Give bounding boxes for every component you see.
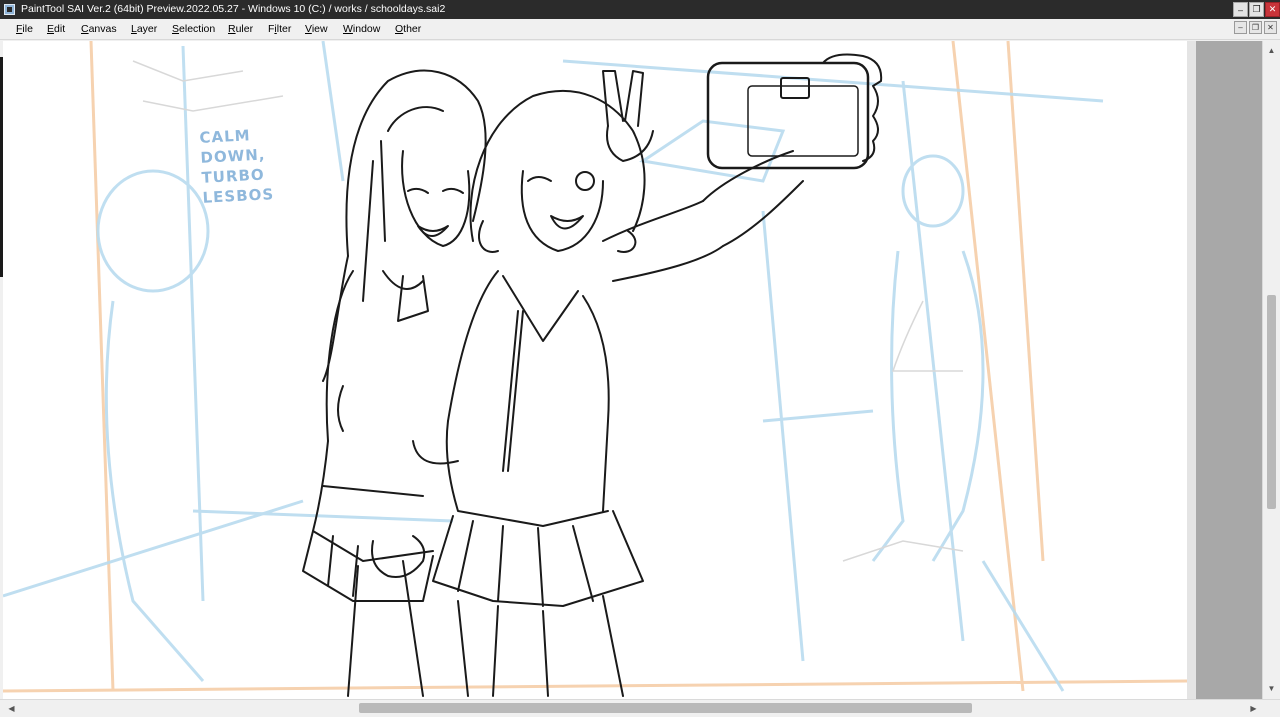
minimize-icon: – [1238, 23, 1243, 32]
menu-selection[interactable]: Selection [172, 23, 215, 35]
background-sketch-orange [3, 41, 1187, 693]
restore-icon: ❐ [1251, 23, 1260, 32]
horizontal-scroll-thumb[interactable] [359, 703, 972, 713]
canvas-outside-area [1196, 41, 1262, 699]
menu-window[interactable]: Window [343, 23, 380, 35]
drawing-canvas[interactable]: CALM DOWN, TURBO LESBOS [3, 41, 1187, 699]
scroll-up-icon[interactable]: ▲ [1266, 45, 1277, 56]
restore-button[interactable]: ❐ [1249, 2, 1264, 17]
title-bar: PaintTool SAI Ver.2 (64bit) Preview.2022… [0, 0, 1280, 19]
scroll-right-icon[interactable]: ▶ [1248, 703, 1259, 714]
menu-edit[interactable]: Edit [47, 23, 65, 35]
close-button[interactable]: ✕ [1265, 2, 1280, 17]
lineart [302, 53, 883, 697]
mdi-minimize-button[interactable]: – [1234, 21, 1247, 34]
menu-filter[interactable]: Filter [268, 23, 291, 35]
close-icon: ✕ [1268, 4, 1277, 14]
menu-ruler[interactable]: Ruler [228, 23, 253, 35]
vertical-scroll-thumb[interactable] [1267, 295, 1276, 509]
mdi-close-button[interactable]: ✕ [1264, 21, 1277, 34]
scroll-left-icon[interactable]: ◀ [6, 703, 17, 714]
background-sketch-blue [3, 41, 1104, 692]
horizontal-scrollbar[interactable]: ◀ ▶ [0, 699, 1280, 717]
minimize-button[interactable]: – [1233, 2, 1248, 17]
vertical-scrollbar[interactable]: ▲ ▼ [1262, 41, 1280, 699]
close-icon: ✕ [1267, 23, 1274, 32]
mdi-restore-button[interactable]: ❐ [1249, 21, 1262, 34]
menu-other[interactable]: Other [395, 23, 421, 35]
app-icon[interactable] [4, 4, 15, 15]
scroll-down-icon[interactable]: ▼ [1266, 683, 1277, 694]
menu-layer[interactable]: Layer [131, 23, 157, 35]
restore-icon: ❐ [1252, 4, 1261, 14]
menu-canvas[interactable]: Canvas [81, 23, 117, 35]
sketch-note-text: CALM DOWN, TURBO LESBOS [199, 126, 275, 207]
minimize-icon: – [1237, 4, 1243, 15]
menu-view[interactable]: View [305, 23, 328, 35]
canvas-margin [1187, 41, 1196, 699]
window-title: PaintTool SAI Ver.2 (64bit) Preview.2022… [21, 3, 446, 15]
menu-bar: File Edit Canvas Layer Selection Ruler F… [0, 19, 1280, 40]
menu-file[interactable]: File [16, 23, 33, 35]
artwork [3, 41, 1187, 697]
